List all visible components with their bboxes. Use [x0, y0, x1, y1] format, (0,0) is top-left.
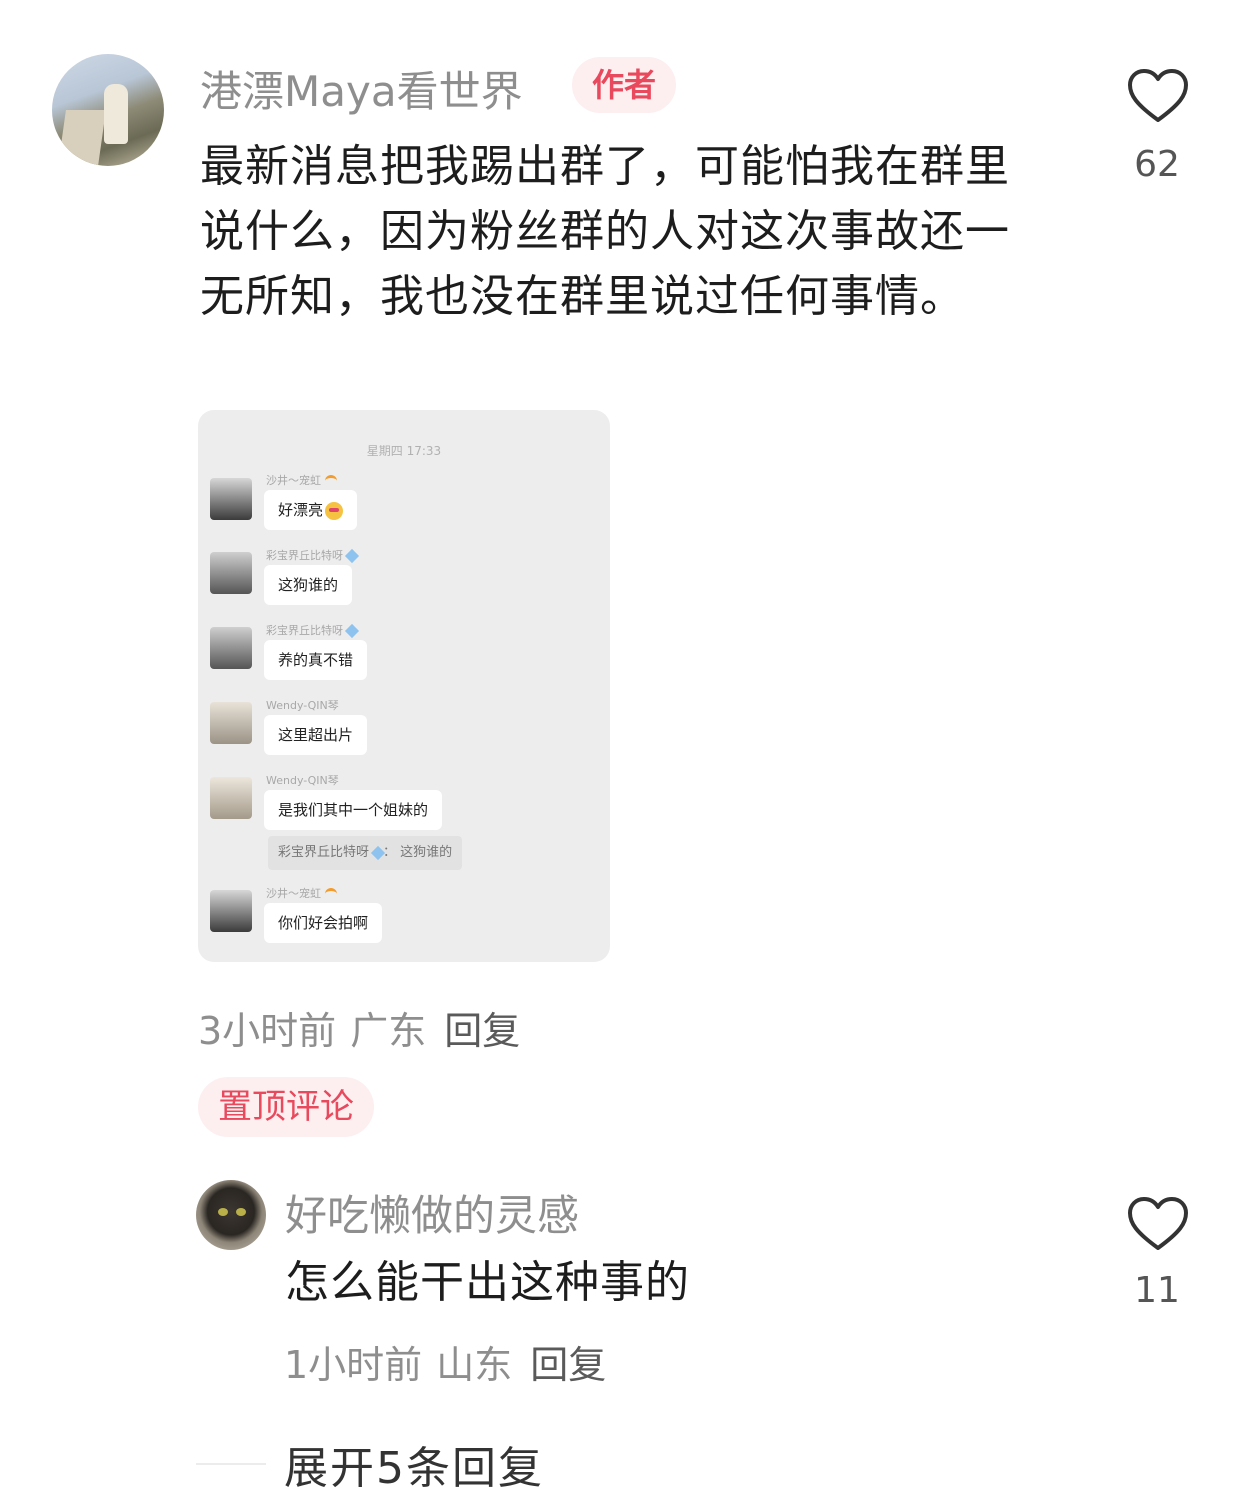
chat-quote: 彩宝界丘比特呀： 这狗谁的: [268, 836, 463, 870]
like-count: 62: [1134, 144, 1180, 185]
chat-bubble: 养的真不错: [264, 640, 368, 680]
chat-bubble: 好漂亮: [264, 490, 358, 530]
author-username[interactable]: 港漂Maya看世界: [200, 58, 523, 119]
chat-avatar: [210, 890, 252, 932]
heart-icon: [1128, 1197, 1188, 1250]
replier-username[interactable]: 好吃懒做的灵感: [285, 1182, 579, 1243]
chat-timestamp: 星期四 17:33: [366, 444, 442, 458]
chat-sender: 沙井～宠虹: [266, 472, 337, 488]
chat-avatar: [210, 702, 252, 744]
diamond-icon: [344, 548, 360, 564]
rainbow-icon: [325, 474, 337, 488]
pinned-comment-badge: 置顶评论: [198, 1077, 374, 1137]
comment-location: 广东: [350, 1009, 427, 1053]
reply-location: 山东: [436, 1343, 513, 1387]
chat-sender: Wendy-QIN琴: [266, 774, 339, 787]
comment-image[interactable]: 星期四 17:33 沙井～宠虹 好漂亮 彩宝界丘比特呀 这狗谁的 彩宝界丘比特呀…: [198, 410, 610, 962]
comment-meta: 3小时前 广东 回复: [198, 1000, 520, 1055]
reply-like-button[interactable]: [1126, 1196, 1190, 1256]
chat-sender: 沙井～宠虹: [266, 885, 337, 901]
chat-sender: 彩宝界丘比特呀: [266, 622, 360, 639]
chat-bubble: 你们好会拍啊: [264, 903, 383, 943]
chat-avatar: [210, 627, 252, 669]
chat-bubble: 是我们其中一个姐妹的: [264, 790, 443, 830]
chat-avatar: [210, 552, 252, 594]
author-badge: 作者: [572, 57, 676, 113]
replier-avatar[interactable]: [196, 1180, 266, 1250]
reply-meta: 1小时前 山东 回复: [284, 1334, 606, 1389]
chat-avatar: [210, 478, 252, 520]
like-button[interactable]: [1126, 68, 1190, 128]
rainbow-icon: [325, 887, 337, 901]
reply-time: 1小时前: [284, 1343, 423, 1387]
comment-time: 3小时前: [198, 1009, 337, 1053]
expand-replies-button[interactable]: 展开5条回复: [284, 1432, 544, 1496]
reply-text[interactable]: 怎么能干出这种事的: [285, 1250, 690, 1315]
reply-button[interactable]: 回复: [444, 1009, 520, 1053]
chat-bubble: 这狗谁的: [264, 565, 353, 605]
chat-sender: Wendy-QIN琴: [266, 699, 339, 712]
chat-avatar: [210, 777, 252, 819]
comment-text[interactable]: 最新消息把我踢出群了，可能怕我在群里说什么，因为粉丝群的人对这次事故还一无所知，…: [200, 134, 1030, 329]
reply-like-count: 11: [1134, 1270, 1180, 1311]
heart-eyes-emoji-icon: [325, 501, 344, 520]
chat-bubble: 这里超出片: [264, 715, 368, 755]
author-avatar[interactable]: [52, 54, 164, 166]
heart-icon: [1128, 69, 1188, 122]
diamond-icon: [344, 623, 360, 639]
reply-reply-button[interactable]: 回复: [530, 1343, 606, 1387]
chat-sender: 彩宝界丘比特呀: [266, 547, 360, 564]
divider: [196, 1463, 266, 1465]
